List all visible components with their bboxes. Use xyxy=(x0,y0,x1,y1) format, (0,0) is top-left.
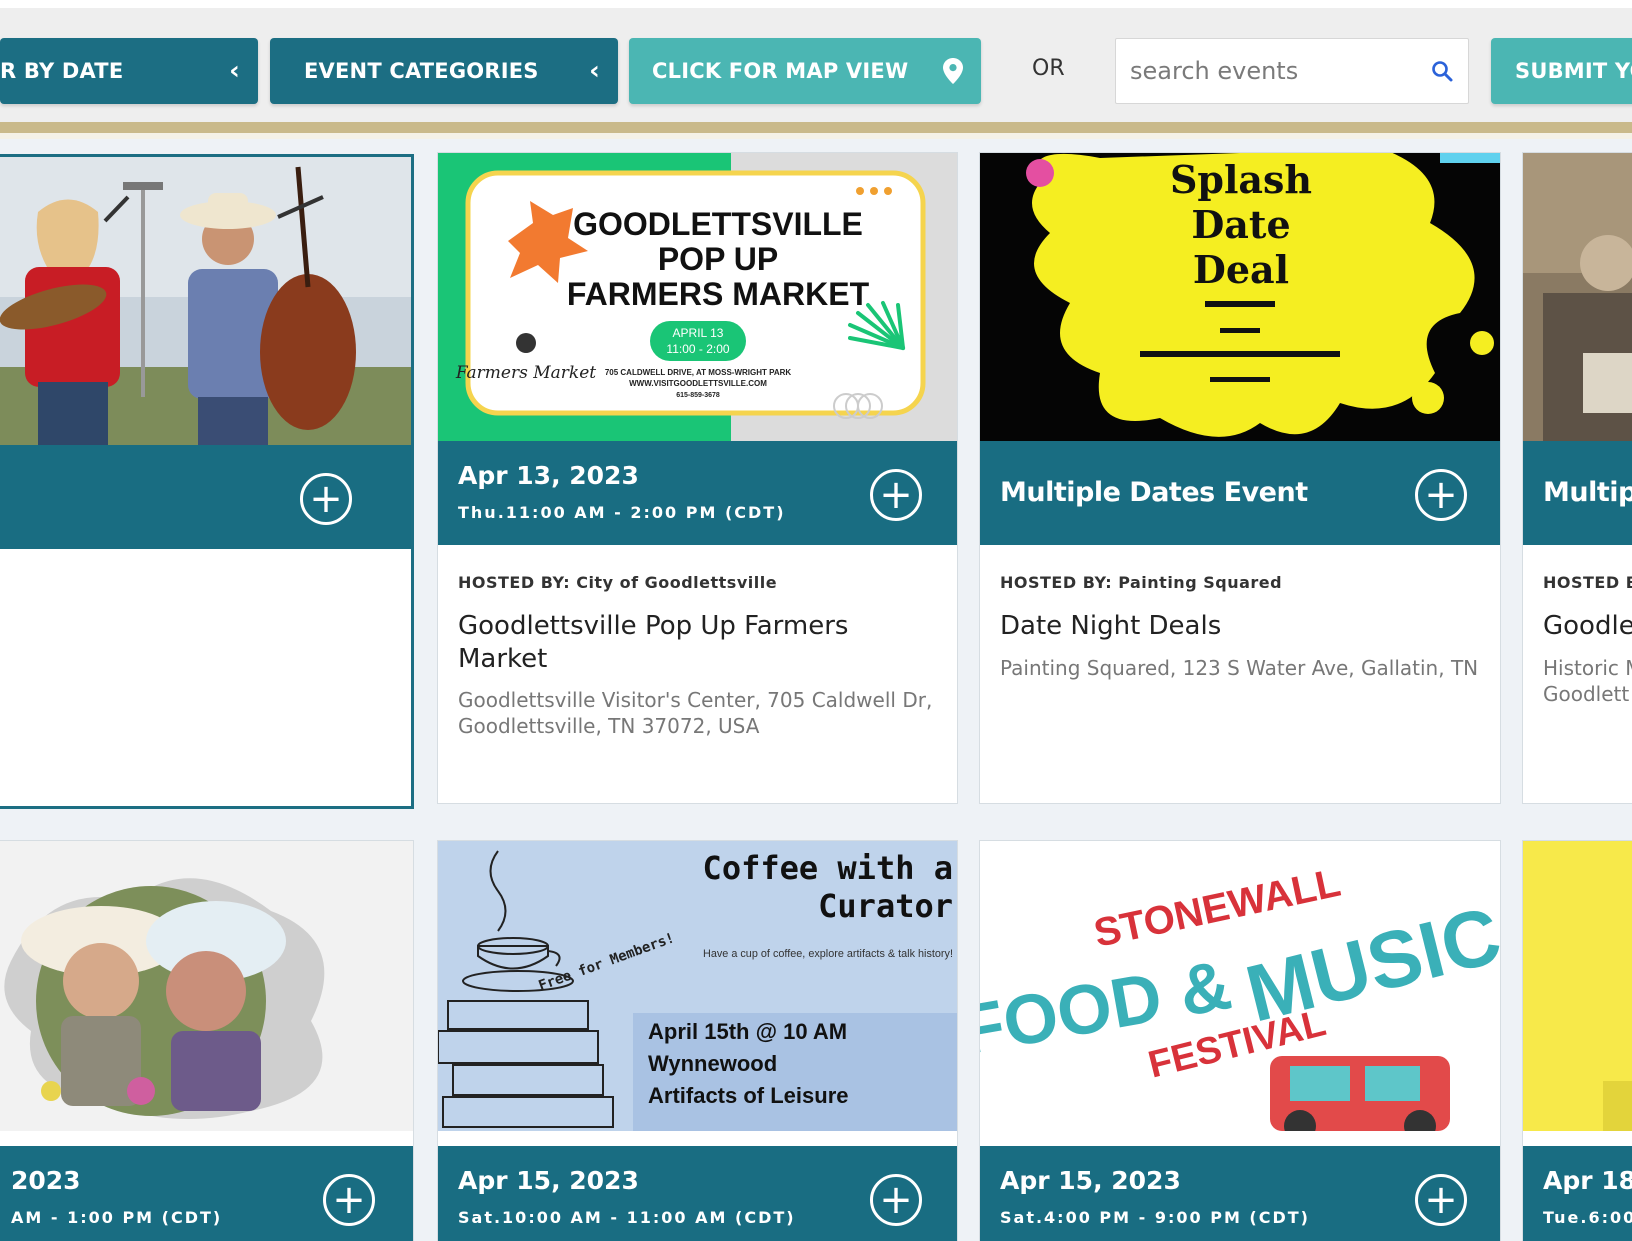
event-image: STONEWALL FOOD & MUSIC FESTIVAL xyxy=(980,841,1500,1131)
event-card[interactable]: GOODLETTSVILLE POP UP FARMERS MARKET APR… xyxy=(437,152,958,804)
filter-toolbar: R BY DATE ‹ EVENT CATEGORIES ‹ CLICK FOR… xyxy=(0,8,1632,122)
map-view-label: CLICK FOR MAP VIEW xyxy=(652,59,909,83)
add-event-icon[interactable]: + xyxy=(323,1174,375,1226)
event-time: AM - 1:00 PM (CDT) xyxy=(11,1208,223,1227)
event-address: Painting Squared, 123 S Water Ave, Galla… xyxy=(1000,655,1479,680)
event-image xyxy=(0,841,413,1131)
event-time: Tue.6:00 xyxy=(1543,1208,1632,1227)
event-date-band: Apr 18, Tue.6:00 xyxy=(1523,1146,1632,1241)
event-details: HOSTED BY: City of Goodlettsville Goodle… xyxy=(458,573,939,740)
poster-topic: Artifacts of Leisure xyxy=(648,1083,849,1108)
event-title[interactable]: Goodle xyxy=(1543,610,1632,643)
event-date-band: Apr 15, 2023 Sat.10:00 AM - 11:00 AM (CD… xyxy=(438,1146,957,1241)
event-date: 2023 xyxy=(11,1166,81,1195)
poster-website: WWW.VISITGOODLETTSVILLE.COM xyxy=(629,379,767,388)
divider-shadow xyxy=(0,133,1632,139)
event-card[interactable]: + xyxy=(0,154,414,809)
poster-address: 705 CALDWELL DRIVE, AT MOSS-WRIGHT PARK xyxy=(605,368,792,377)
event-date: Apr 15, 2023 xyxy=(458,1166,639,1195)
event-image xyxy=(0,157,411,445)
event-date-band: Apr 13, 2023 Thu.11:00 AM - 2:00 PM (CDT… xyxy=(438,441,957,545)
event-image: Coffee with a Curator Free for Members! … xyxy=(438,841,957,1131)
event-categories-button[interactable]: EVENT CATEGORIES ‹ xyxy=(270,38,618,104)
event-details: HOSTED BY: Painting Squared Date Night D… xyxy=(1000,573,1482,681)
filter-by-date-button[interactable]: R BY DATE ‹ xyxy=(0,38,258,104)
submit-event-button[interactable]: SUBMIT YOU xyxy=(1491,38,1632,104)
poster-hours: 11:00 - 2:00 xyxy=(666,342,729,356)
poster-date: April 15th @ 10 AM xyxy=(648,1019,847,1044)
event-date: Apr 15, 2023 xyxy=(1000,1166,1181,1195)
poster-subtitle: Have a cup of coffee, explore artifacts … xyxy=(703,948,953,960)
add-event-icon[interactable]: + xyxy=(870,1174,922,1226)
event-image: GOODLETTSVILLE POP UP FARMERS MARKET APR… xyxy=(438,153,957,441)
or-label: OR xyxy=(1032,56,1065,81)
event-details: HOSTED BY Goodle Historic M Goodlett xyxy=(1543,573,1632,707)
event-date: Apr 18, xyxy=(1543,1166,1632,1195)
event-title[interactable]: Date Night Deals xyxy=(1000,610,1482,643)
event-title[interactable]: Goodlettsville Pop Up Farmers Market xyxy=(458,610,939,675)
event-host: HOSTED BY: City of Goodlettsville xyxy=(458,573,778,592)
poster-line1: Splash xyxy=(1170,157,1312,202)
event-host: HOSTED BY: Painting Squared xyxy=(1000,573,1283,592)
add-event-icon[interactable]: + xyxy=(300,473,352,525)
poster-line3: Deal xyxy=(1193,247,1289,292)
event-date-band: Multipl xyxy=(1523,441,1632,545)
event-time: Thu.11:00 AM - 2:00 PM (CDT) xyxy=(458,503,786,522)
event-host: HOSTED BY xyxy=(1543,573,1632,592)
filter-by-date-label: R BY DATE xyxy=(0,59,124,83)
event-time: Sat.4:00 PM - 9:00 PM (CDT) xyxy=(1000,1208,1310,1227)
map-pin-icon xyxy=(943,58,963,84)
poster-venue: Wynnewood xyxy=(648,1051,777,1076)
add-event-icon[interactable]: + xyxy=(1415,469,1467,521)
event-date-band: Apr 15, 2023 Sat.4:00 PM - 9:00 PM (CDT)… xyxy=(980,1146,1500,1241)
poster-phone: 615-859-3678 xyxy=(676,392,720,399)
chevron-left-icon: ‹ xyxy=(589,56,600,86)
event-date-band: Multiple Dates Event + xyxy=(980,441,1500,545)
search-input[interactable] xyxy=(1130,57,1420,85)
event-address: Historic M Goodlett xyxy=(1543,655,1632,706)
event-date-band: 2023 AM - 1:00 PM (CDT) + xyxy=(0,1146,413,1241)
poster-title-line1: GOODLETTSVILLE xyxy=(573,206,863,242)
map-view-button[interactable]: CLICK FOR MAP VIEW xyxy=(629,38,981,104)
divider-bar xyxy=(0,122,1632,133)
event-card[interactable]: STONEWALL FOOD & MUSIC FESTIVAL Apr 15, … xyxy=(979,840,1501,1241)
poster-title-line2: POP UP xyxy=(658,241,778,277)
poster-logo: Farmers Market xyxy=(455,363,596,383)
event-image: Splash Date Deal xyxy=(980,153,1500,441)
event-card[interactable]: Apr 18, Tue.6:00 xyxy=(1522,840,1632,1241)
search-box[interactable] xyxy=(1115,38,1469,104)
event-time: Sat.10:00 AM - 11:00 AM (CDT) xyxy=(458,1208,796,1227)
event-date-band: + xyxy=(0,445,411,549)
event-image xyxy=(1523,841,1632,1131)
chevron-left-icon: ‹ xyxy=(229,56,240,86)
search-icon[interactable] xyxy=(1430,59,1454,83)
add-event-icon[interactable]: + xyxy=(1415,1174,1467,1226)
top-strip xyxy=(0,0,1632,8)
poster-title-line2: Curator xyxy=(818,887,953,925)
poster-title-line3: FARMERS MARKET xyxy=(567,276,870,312)
event-date: Multiple Dates Event xyxy=(1000,477,1308,508)
submit-event-label: SUBMIT YOU xyxy=(1515,59,1632,83)
poster-line2: Date xyxy=(1191,202,1290,247)
event-card[interactable]: Coffee with a Curator Free for Members! … xyxy=(437,840,958,1241)
event-date: Multipl xyxy=(1543,477,1632,508)
event-date: Apr 13, 2023 xyxy=(458,461,639,490)
add-event-icon[interactable]: + xyxy=(870,469,922,521)
event-image xyxy=(1523,153,1632,441)
event-card[interactable]: Splash Date Deal Multiple Dates Event + … xyxy=(979,152,1501,804)
poster-title-line1: Coffee with a xyxy=(703,849,953,887)
event-card[interactable]: Multipl HOSTED BY Goodle Historic M Good… xyxy=(1522,152,1632,804)
poster-date: APRIL 13 xyxy=(673,326,724,340)
event-categories-label: EVENT CATEGORIES xyxy=(304,59,539,83)
event-card[interactable]: 2023 AM - 1:00 PM (CDT) + xyxy=(0,840,414,1241)
event-address: Goodlettsville Visitor's Center, 705 Cal… xyxy=(458,688,933,739)
